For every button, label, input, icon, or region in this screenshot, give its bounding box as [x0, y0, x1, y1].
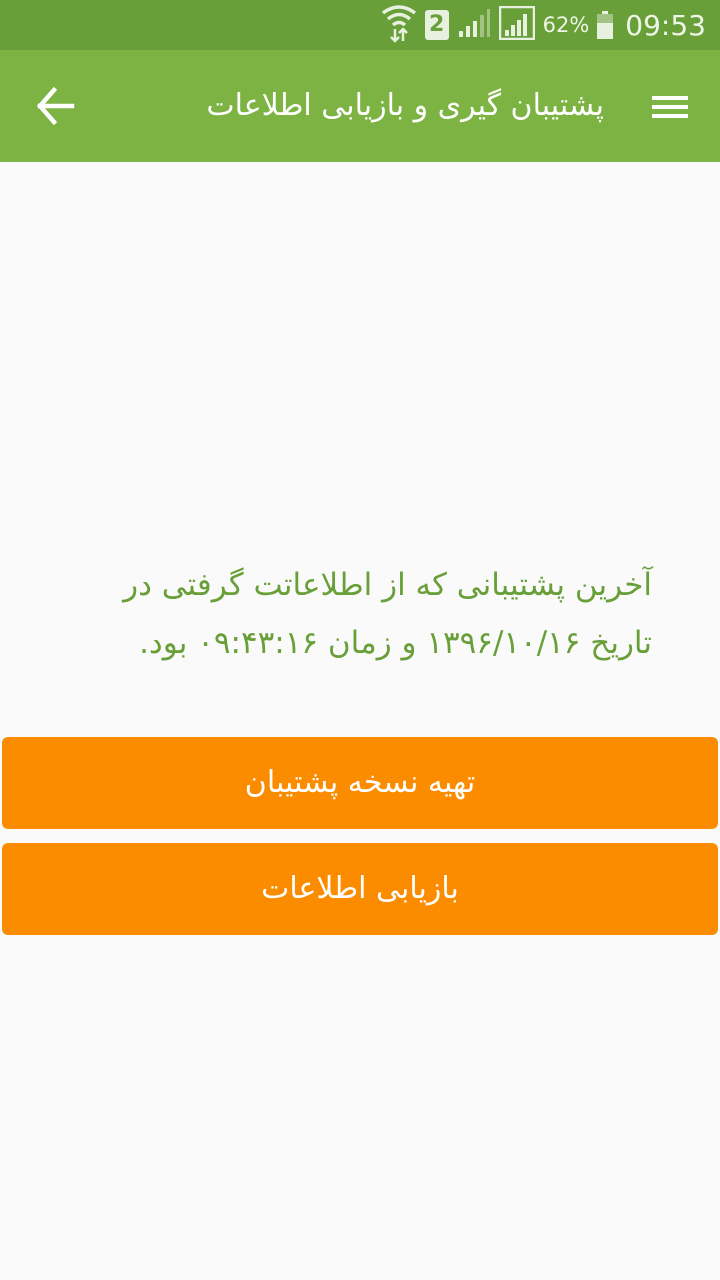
wifi-data-icon [381, 3, 417, 47]
signal-icon [457, 7, 491, 43]
battery-percent: 62% [542, 13, 590, 37]
status-bar: 2 62% 09:53 [0, 0, 720, 50]
battery-level-fill [597, 23, 614, 39]
create-backup-button[interactable]: تهیه نسخه پشتیبان [2, 737, 718, 829]
restore-data-button[interactable]: بازیابی اطلاعات [2, 843, 718, 935]
signal-strength-icon [498, 5, 535, 44]
battery-icon [597, 11, 614, 39]
sim2-icon: 2 [424, 10, 449, 40]
back-button[interactable] [24, 78, 88, 134]
menu-button[interactable] [642, 80, 698, 132]
app-bar: پشتیبان گیری و بازیابی اطلاعات [0, 50, 720, 162]
hamburger-menu-icon [652, 96, 688, 118]
status-icons: 2 62% 09:53 [381, 0, 706, 50]
clock: 09:53 [625, 8, 706, 42]
page-title: پشتیبان گیری و بازیابی اطلاعات [206, 88, 604, 123]
arrow-back-icon [37, 86, 75, 126]
last-backup-message: آخرین پشتیبانی که از اطلاعاتت گرفتی در ت… [123, 567, 652, 661]
